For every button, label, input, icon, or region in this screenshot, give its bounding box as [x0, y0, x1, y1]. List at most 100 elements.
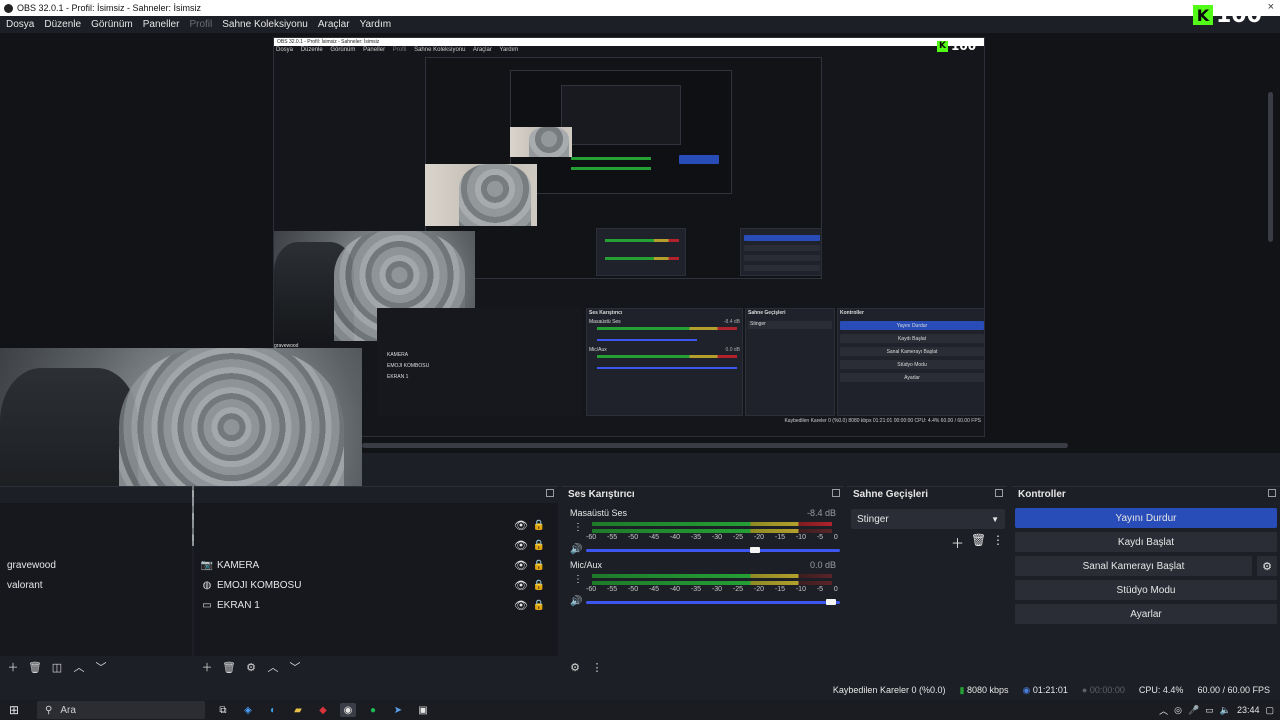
nested-source-item: EKRAN 1: [387, 374, 409, 380]
taskbar-search[interactable]: ⚲ Ara: [37, 701, 205, 719]
move-scene-down-button[interactable]: ﹀: [92, 659, 110, 675]
close-icon[interactable]: ×: [1268, 1, 1274, 13]
nested-menu-item: Düzenle: [300, 47, 323, 53]
menu-tools[interactable]: Araçlar: [318, 19, 350, 30]
add-source-button[interactable]: ＋: [198, 659, 216, 675]
add-scene-button[interactable]: ＋: [4, 659, 22, 675]
remove-transition-button[interactable]: 🗑: [971, 533, 986, 547]
eye-icon[interactable]: 👁: [514, 519, 528, 532]
steam-icon[interactable]: ➤: [390, 703, 406, 717]
task-view-icon[interactable]: ⧉: [215, 703, 231, 717]
lock-icon[interactable]: 🔒: [533, 580, 545, 591]
volume-meter: [592, 574, 832, 578]
nested-source-item: EMOJI KOMBOSU: [387, 363, 430, 369]
volume-slider[interactable]: [586, 601, 840, 604]
network-icon[interactable]: ▭: [1205, 705, 1214, 716]
volume-slider-handle[interactable]: [750, 547, 760, 553]
stop-stream-button[interactable]: Yayını Durdur: [1015, 508, 1277, 528]
eye-icon[interactable]: 👁: [514, 559, 528, 572]
chevron-down-icon: ▼: [991, 514, 999, 524]
obs-tray-icon[interactable]: ◎: [1174, 705, 1182, 716]
source-row-hidden[interactable]: 👁 🔒: [194, 515, 558, 535]
settings-button[interactable]: Ayarlar: [1015, 604, 1277, 624]
scene-item[interactable]: valorant: [0, 575, 192, 595]
source-properties-button[interactable]: ⚙: [242, 661, 260, 674]
scenes-toolbar: ＋ 🗑 ◫ ︿ ﹀: [0, 656, 192, 678]
scene-item[interactable]: gravewood: [0, 555, 192, 575]
dock-float-icon[interactable]: [832, 489, 840, 497]
transition-select[interactable]: Stinger ▼: [851, 509, 1005, 529]
obs-taskbar-icon[interactable]: ◉: [340, 703, 356, 717]
menu-scene-collection[interactable]: Sahne Koleksiyonu: [222, 19, 308, 30]
chevron-up-icon[interactable]: ︿: [1159, 704, 1168, 717]
move-source-up-button[interactable]: ︿: [264, 659, 282, 675]
channel-menu-icon[interactable]: ⋮: [573, 574, 583, 585]
nested-ch2-db: 0.0 dB: [725, 347, 740, 353]
nested-btn: Stüdyo Modu: [840, 360, 984, 369]
obs-logo-icon: [4, 3, 13, 13]
add-transition-button[interactable]: ＋: [951, 533, 964, 552]
file-explorer-icon[interactable]: ▰: [290, 703, 306, 717]
lock-icon[interactable]: 🔒: [533, 520, 545, 531]
microphone-icon[interactable]: 🎤: [1188, 705, 1199, 716]
preview-vertical-scrollbar[interactable]: [1268, 92, 1273, 242]
program-preview[interactable]: OBS 32.0.1 - Profil: İsimsiz - Sahneler:…: [273, 37, 985, 437]
mixer-dock-header: Ses Karıştırıcı: [562, 487, 844, 501]
mixer-title: Ses Karıştırıcı: [568, 488, 635, 500]
copilot-icon[interactable]: ◈: [240, 703, 256, 717]
channel-menu-icon[interactable]: ⋮: [573, 522, 583, 533]
dock-float-icon[interactable]: [1268, 489, 1276, 497]
advanced-audio-gear-icon[interactable]: ⚙: [566, 661, 584, 674]
start-recording-button[interactable]: Kaydı Başlat: [1015, 532, 1277, 552]
mixer-menu-icon[interactable]: ⋮: [588, 661, 606, 674]
volume-meter: [592, 522, 832, 526]
eye-icon[interactable]: 👁: [514, 539, 528, 552]
speaker-icon[interactable]: 🔊: [570, 596, 582, 607]
windows-start-icon[interactable]: ⊞: [6, 703, 22, 717]
source-row-kamera[interactable]: 📷 KAMERA 👁 🔒: [194, 555, 558, 575]
nested-btn: Kaydı Başlat: [840, 334, 984, 343]
start-virtual-camera-button[interactable]: Sanal Kamerayı Başlat: [1015, 556, 1252, 576]
move-scene-up-button[interactable]: ︿: [70, 659, 88, 675]
lock-icon[interactable]: 🔒: [533, 600, 545, 611]
source-row-hidden[interactable]: 👁 🔒: [194, 535, 558, 555]
lock-icon[interactable]: 🔒: [533, 540, 545, 551]
source-row-emoji-kombosu[interactable]: ◍ EMOJI KOMBOSU 👁 🔒: [194, 575, 558, 595]
studio-mode-button[interactable]: Stüdyo Modu: [1015, 580, 1277, 600]
speaker-icon[interactable]: 🔊: [570, 544, 582, 555]
eye-icon[interactable]: 👁: [514, 599, 528, 612]
valorant-icon[interactable]: ◆: [315, 703, 331, 717]
virtual-camera-settings-gear-icon[interactable]: ⚙: [1257, 556, 1277, 576]
remove-source-button[interactable]: 🗑: [220, 661, 238, 674]
dock-float-icon[interactable]: [995, 489, 1003, 497]
volume-icon[interactable]: 🔈: [1220, 705, 1231, 716]
nested-controls-2: [740, 228, 822, 276]
menu-view[interactable]: Görünüm: [91, 19, 133, 30]
system-tray: ︿ ◎ 🎤 ▭ 🔈 23:44 ▢: [1159, 700, 1274, 720]
record-status-icon: ●: [1081, 685, 1088, 695]
edge-icon[interactable]: ◐: [265, 703, 281, 717]
volume-slider[interactable]: [586, 549, 840, 552]
notifications-icon[interactable]: ▢: [1265, 705, 1274, 716]
scene-filters-button[interactable]: ◫: [48, 661, 66, 674]
menu-help[interactable]: Yardım: [360, 19, 392, 30]
transition-menu-icon[interactable]: ⋮: [992, 533, 1004, 547]
menu-docks[interactable]: Paneller: [143, 19, 180, 30]
app-icon[interactable]: ▣: [415, 703, 431, 717]
menu-file[interactable]: Dosya: [6, 19, 34, 30]
menu-profile[interactable]: Profil: [189, 19, 212, 30]
window-title: OBS 32.0.1 - Profil: İsimsiz - Sahneler:…: [17, 3, 202, 13]
lock-icon[interactable]: 🔒: [533, 560, 545, 571]
controls-dock-header: Kontroller: [1012, 487, 1280, 501]
menu-edit[interactable]: Düzenle: [44, 19, 81, 30]
clock[interactable]: 23:44: [1237, 705, 1260, 715]
remove-scene-button[interactable]: 🗑: [26, 661, 44, 674]
move-source-down-button[interactable]: ﹀: [286, 659, 304, 675]
source-row-ekran-1[interactable]: ▭ EKRAN 1 👁 🔒: [194, 595, 558, 615]
nested-preview-level-4: [561, 85, 681, 145]
volume-slider-handle[interactable]: [826, 599, 836, 605]
eye-icon[interactable]: 👁: [514, 579, 528, 592]
preview-horizontal-scrollbar[interactable]: [362, 443, 1068, 448]
dock-float-icon[interactable]: [546, 489, 554, 497]
spotify-icon[interactable]: ●: [365, 703, 381, 717]
